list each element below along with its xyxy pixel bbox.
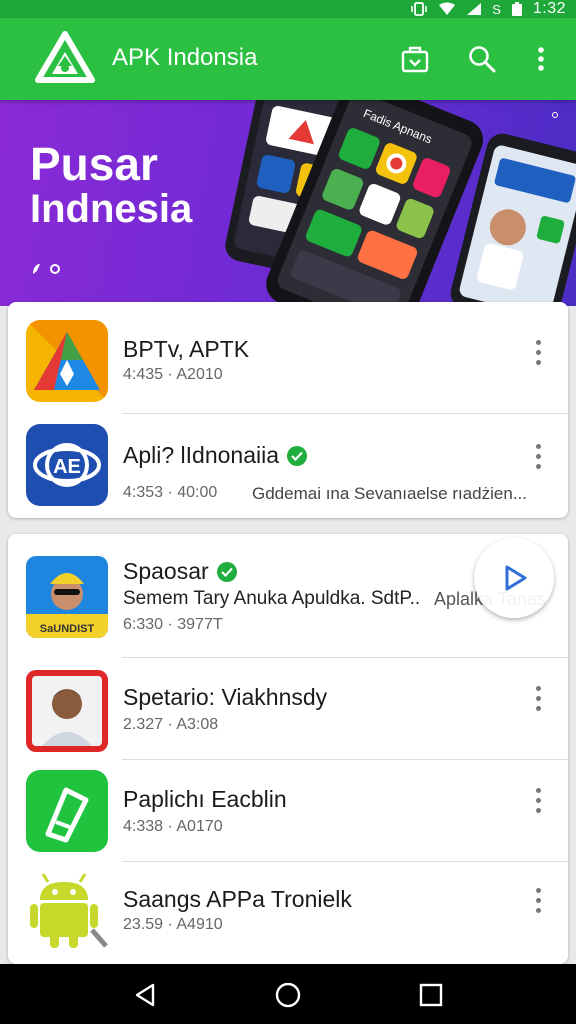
battery-icon bbox=[511, 1, 522, 16]
more-options-button[interactable] bbox=[530, 334, 546, 370]
signal-icon bbox=[467, 3, 482, 15]
play-icon bbox=[505, 565, 527, 591]
recents-icon[interactable] bbox=[414, 978, 448, 1012]
app-title: Saangs APPa Tronielk bbox=[123, 886, 352, 912]
back-icon[interactable] bbox=[128, 978, 162, 1012]
app-meta: 6:330 · 3977T bbox=[123, 616, 223, 633]
list-item[interactable]: BPTv, APTK 4:435 · A2010 bbox=[8, 302, 568, 414]
more-options-button[interactable] bbox=[530, 882, 546, 918]
app-logo-icon bbox=[35, 31, 95, 83]
app-description: Gddemai ına Sevanıaelse rıadżien... bbox=[252, 484, 527, 503]
app-icon-green-pen bbox=[26, 770, 108, 852]
app-title: Paplichı Eacblin bbox=[123, 786, 287, 812]
more-options-button[interactable] bbox=[530, 438, 546, 474]
app-title: Spaosar bbox=[123, 558, 237, 585]
app-meta: 23.59 · A4910 bbox=[123, 916, 223, 933]
list-item[interactable]: AE Apli? lIdnonaiia 4:353 · 40:00 Gddema… bbox=[8, 414, 568, 518]
search-icon[interactable] bbox=[465, 42, 499, 76]
carousel-indicator bbox=[30, 262, 60, 276]
carousel-dot[interactable] bbox=[50, 264, 60, 274]
phones-illustration: Fadis Apnans bbox=[225, 100, 576, 306]
verified-icon bbox=[287, 445, 308, 466]
wifi-icon bbox=[439, 2, 456, 15]
app-title: Spetario: Viakhnsdy bbox=[123, 684, 328, 710]
app-meta: 4:435 · A2010 bbox=[123, 366, 223, 383]
more-vert-icon[interactable] bbox=[524, 42, 558, 76]
app-title: BPTv, APTK bbox=[123, 336, 250, 362]
banner-title-line2: Indnesia bbox=[30, 187, 193, 232]
svg-text:AE: AE bbox=[53, 456, 81, 478]
home-icon[interactable] bbox=[271, 978, 305, 1012]
app-title: APK Indonsia bbox=[112, 44, 258, 71]
play-button[interactable] bbox=[474, 538, 554, 618]
list-item[interactable]: Paplichı Eacblin 4:338 · A0170 bbox=[8, 760, 568, 862]
list-item[interactable]: Spetario: Viakhnsdy 2.327 · A3:08 bbox=[8, 658, 568, 760]
pin-icon bbox=[33, 264, 40, 274]
s-icon: S bbox=[492, 1, 501, 17]
app-meta: 4:353 · 40:00 bbox=[123, 484, 218, 501]
app-description: Semem Tary Anuka Apuldka. SdtP.. bbox=[123, 588, 421, 609]
android-icon bbox=[26, 870, 108, 952]
verified-icon bbox=[216, 561, 237, 582]
banner-title-line1: Pusar bbox=[30, 138, 158, 190]
list-item[interactable]: Saangs APPa Tronielk 23.59 · A4910 bbox=[8, 862, 568, 964]
store-icon[interactable] bbox=[398, 42, 432, 76]
banner-title: Pusar Indnesia bbox=[30, 138, 193, 232]
vibrate-icon bbox=[411, 2, 427, 16]
app-icon-globe: AE bbox=[26, 424, 108, 506]
app-meta: 2.327 · A3:08 bbox=[123, 716, 219, 733]
promo-banner[interactable]: Pusar Indnesia Fadis Apnans bbox=[0, 100, 576, 306]
app-icon-triangle bbox=[26, 320, 108, 402]
app-icon-portrait bbox=[26, 670, 108, 752]
svg-text:SaUNDIST: SaUNDIST bbox=[40, 623, 95, 635]
more-options-button[interactable] bbox=[530, 782, 546, 818]
more-options-button[interactable] bbox=[530, 680, 546, 716]
app-title: Apli? lIdnonaiia bbox=[123, 442, 308, 469]
status-time: 1:32 bbox=[532, 0, 566, 17]
navigation-bar bbox=[0, 964, 576, 1024]
apps-card-primary: BPTv, APTK 4:435 · A2010 AE Apli? lIdnon… bbox=[8, 302, 568, 518]
app-bar: APK Indonsia bbox=[0, 18, 576, 100]
app-icon-person-cap: SaUNDIST bbox=[26, 556, 108, 638]
app-meta: 4:338 · A0170 bbox=[123, 818, 223, 835]
status-bar: S 1:32 bbox=[0, 0, 576, 18]
